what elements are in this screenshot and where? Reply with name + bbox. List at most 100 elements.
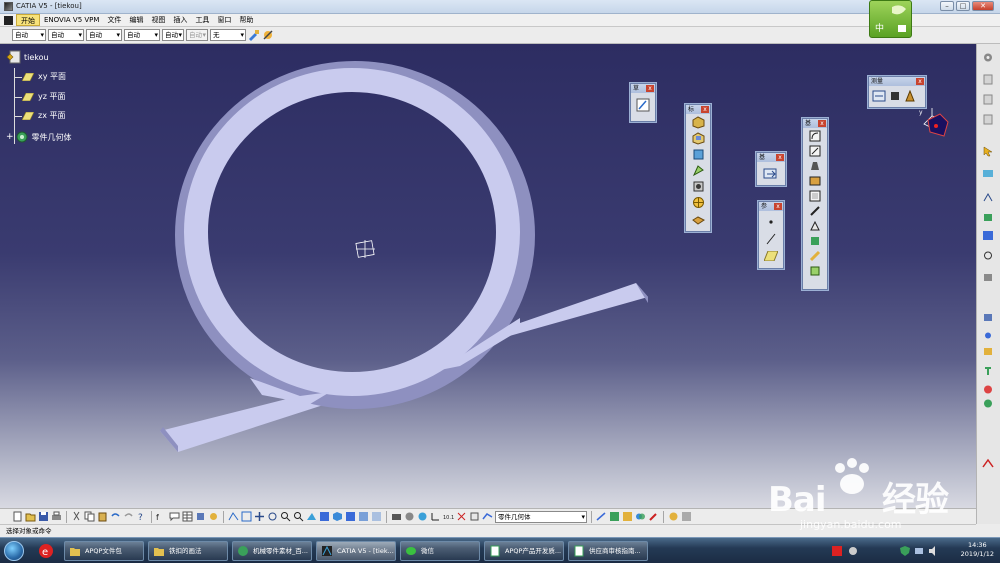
sketch-tools-icon[interactable] <box>982 168 994 179</box>
line-icon[interactable] <box>765 233 777 245</box>
boolean-icon[interactable] <box>635 511 646 522</box>
minimize-button[interactable]: – <box>940 1 954 11</box>
menu-enovia[interactable]: ENOVIA V5 VPM <box>40 14 103 26</box>
dimension-icon[interactable] <box>982 212 994 223</box>
zoom-in-icon[interactable] <box>280 511 291 522</box>
draft-icon[interactable] <box>809 160 821 172</box>
thickness-icon[interactable] <box>809 190 821 202</box>
menu-start[interactable]: 开始 <box>16 14 40 26</box>
linetype-combo[interactable]: 自动 <box>124 29 160 41</box>
menu-window[interactable]: 窗口 <box>213 14 235 26</box>
pad-icon[interactable] <box>692 116 705 129</box>
close-icon[interactable]: x <box>701 106 709 113</box>
scene-icon[interactable] <box>681 511 692 522</box>
close-icon[interactable]: x <box>776 154 784 161</box>
measure-item-icon[interactable] <box>889 90 901 102</box>
translation-icon[interactable] <box>763 166 779 180</box>
volume-tray-icon[interactable] <box>928 546 938 556</box>
sketch-icon[interactable] <box>596 511 607 522</box>
normal-view-icon[interactable] <box>306 511 317 522</box>
close-icon[interactable]: x <box>916 78 924 85</box>
menu-edit[interactable]: 编辑 <box>125 14 147 26</box>
units-icon[interactable]: 10.1 <box>443 511 454 522</box>
picture-icon[interactable] <box>609 511 620 522</box>
mirror-icon[interactable] <box>809 265 821 277</box>
task-tiekou-folder[interactable]: 铁扣的画法 <box>148 541 228 561</box>
redo-icon[interactable] <box>123 511 134 522</box>
plane-icon[interactable] <box>764 251 778 261</box>
point-icon[interactable] <box>765 217 777 227</box>
iso-view-icon[interactable] <box>332 511 343 522</box>
rotate-icon[interactable] <box>267 511 278 522</box>
input-method-tray-icon[interactable] <box>832 546 842 556</box>
document-icon[interactable] <box>4 15 13 25</box>
gear-icon[interactable] <box>982 52 994 63</box>
tray-icon[interactable] <box>848 546 858 556</box>
measure-inertia-icon[interactable] <box>904 90 916 102</box>
open-icon[interactable] <box>25 511 36 522</box>
whats-this-icon[interactable]: ? <box>136 511 147 522</box>
multi-pad-icon[interactable] <box>691 212 705 225</box>
zoom-out-icon[interactable] <box>293 511 304 522</box>
close-icon[interactable]: x <box>646 85 654 92</box>
remove-face-icon[interactable] <box>809 220 821 232</box>
print-icon[interactable] <box>51 511 62 522</box>
expand-plus-icon[interactable]: + <box>6 132 14 142</box>
pattern-icon[interactable] <box>809 250 821 262</box>
ime-indicator[interactable]: 中 <box>869 0 912 38</box>
camera-icon[interactable] <box>391 511 402 522</box>
catalog-icon[interactable] <box>195 511 206 522</box>
tree-item-zx-plane[interactable]: zx 平面 <box>22 110 65 121</box>
tree-item-yz-plane[interactable]: yz 平面 <box>22 91 65 102</box>
knowledge-icon[interactable] <box>982 346 994 357</box>
table-icon[interactable] <box>182 511 193 522</box>
hole-icon[interactable] <box>692 180 705 193</box>
work-object-icon[interactable] <box>469 511 480 522</box>
copy-icon[interactable] <box>84 511 95 522</box>
cut-icon[interactable] <box>71 511 82 522</box>
rule-icon[interactable] <box>982 384 994 395</box>
sketch-icon[interactable] <box>636 98 650 112</box>
replace-face-icon[interactable] <box>809 235 821 247</box>
start-button[interactable] <box>4 541 24 561</box>
axis-system-icon[interactable] <box>430 511 441 522</box>
comment-icon[interactable] <box>169 511 180 522</box>
rib-icon[interactable] <box>692 164 705 177</box>
current-body-combo[interactable]: 零件几何体 <box>495 510 587 523</box>
document-icon[interactable] <box>982 114 994 125</box>
close-button[interactable]: ✕ <box>972 1 994 11</box>
constraint-icon[interactable] <box>982 192 994 203</box>
thread-icon[interactable] <box>809 205 821 217</box>
network-tray-icon[interactable] <box>914 546 924 556</box>
3d-viewport[interactable]: tiekou xy 平面 yz 平面 zx 平面 + 零件几何体 草 x 标 x… <box>0 44 976 508</box>
pocket-icon[interactable] <box>692 132 705 145</box>
layer-combo[interactable]: 无 <box>210 29 246 41</box>
scissors-icon[interactable] <box>456 511 467 522</box>
task-wechat[interactable]: 微信 <box>400 541 480 561</box>
apply-material-icon[interactable] <box>982 272 994 283</box>
point-symbol-combo[interactable]: 自动 <box>162 29 184 41</box>
shaft-icon[interactable] <box>692 148 705 161</box>
document-icon[interactable] <box>982 94 994 105</box>
multi-view-icon[interactable] <box>319 511 330 522</box>
menu-view[interactable]: 视图 <box>147 14 169 26</box>
shading-icon[interactable] <box>345 511 356 522</box>
part-geometry[interactable] <box>0 44 976 508</box>
select-arrow-icon[interactable] <box>982 146 994 157</box>
menu-help[interactable]: 帮助 <box>235 14 257 26</box>
instantiate-icon[interactable] <box>982 330 994 341</box>
fly-mode-icon[interactable] <box>228 511 239 522</box>
transparency-combo[interactable]: 自动 <box>48 29 84 41</box>
menu-insert[interactable]: 插入 <box>169 14 191 26</box>
apply-material-icon[interactable] <box>404 511 415 522</box>
menu-tools[interactable]: 工具 <box>191 14 213 26</box>
paint-icon[interactable] <box>648 511 659 522</box>
tree-item-part-body[interactable]: + 零件几何体 <box>6 130 72 144</box>
target-icon[interactable] <box>692 196 705 209</box>
formula-icon[interactable]: f <box>156 511 167 522</box>
fillet-icon[interactable] <box>809 130 821 142</box>
analysis-icon[interactable] <box>982 250 994 261</box>
insert-body-icon[interactable] <box>622 511 633 522</box>
task-supplier-doc[interactable]: 供应商审核指南... <box>568 541 648 561</box>
clock[interactable]: 14:36 2019/1/12 <box>961 541 994 559</box>
